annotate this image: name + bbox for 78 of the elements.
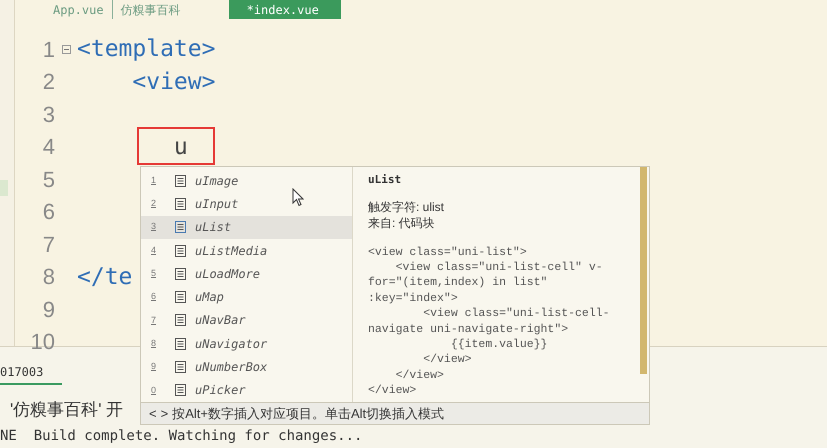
snippet-icon [175,221,186,234]
suggestion-label: uInput [195,196,238,213]
shortcut-number: 7 [151,314,158,327]
snippet-icon [175,268,186,280]
file-tab[interactable]: *index.vue [228,0,341,19]
suggestion-item[interactable]: 0 uPicker [141,378,352,402]
snippet-code-line: {{item.value}} [450,336,548,352]
suggestion-item[interactable]: 7 uNavBar [141,308,352,332]
line-number: 6 [42,198,55,226]
suggestion-item[interactable]: 9 uNumberBox [141,355,352,379]
next-button[interactable]: > [160,404,168,424]
snippet-icon [175,198,186,210]
snippet-icon [175,338,186,350]
shortcut-number: 3 [151,220,158,234]
snippet-code-line: <view class="uni-list-cell" v- [394,260,604,276]
snippet-code-line: :key="index"> [368,290,459,306]
snippet-icon [175,291,186,304]
console-line: NE Build complete. Watching for changes... [0,426,362,446]
suggestion-label: uList [195,219,232,236]
suggestion-label: uPicker [195,382,246,400]
suggestion-item[interactable]: 2 uInput [141,192,352,216]
previous-button[interactable]: < [149,404,157,424]
suggestion-item[interactable]: 1 uImage [141,169,352,192]
hint-text: 按Alt+数字插入对应项目。单击Alt切换插入模式 [172,404,444,423]
suggestion-label: uMap [195,289,224,306]
scrollbar-thumb[interactable] [640,167,647,374]
snippet-icon [175,314,186,326]
line-number: 8 [42,263,55,292]
line-number: 1 [42,36,55,64]
shortcut-number: 5 [151,267,158,280]
snippet-code-line: </view> [422,352,473,368]
line-number: 2 [42,68,55,96]
fold-icon[interactable] [62,44,70,54]
code-text: </te [77,262,132,292]
suggestion-label: uNavigator [195,336,268,353]
code-text: <template> [77,35,216,64]
line-number: 4 [42,133,55,162]
suggestion-label: uListMedia [195,242,268,260]
snippet-icon [175,384,186,396]
shortcut-number: 4 [151,244,158,257]
shortcut-number: 9 [151,360,158,374]
shortcut-number: 6 [151,290,158,304]
suggestion-item[interactable]: 6 uMap [141,285,352,309]
line-number: 9 [42,296,55,324]
change-marker [0,180,8,196]
shortcut-number: 8 [151,336,158,350]
source-text: 来自: 代码块 [368,214,436,230]
suggestion-label: uLoadMore [195,266,260,283]
snippet-code-line: </view> [394,368,445,384]
snippet-icon [175,244,186,257]
snippet-icon [175,174,186,187]
snippet-code-line: for="(item,index) in list" [368,275,548,291]
code-text: <view> [131,68,216,96]
snippet-code-line: navigate uni-navigate-right"> [368,322,570,337]
line-number: 7 [42,230,55,259]
shortcut-number: 2 [151,197,158,210]
console-line: '仿糗事百科' 开 [10,399,124,421]
line-number: 5 [42,166,55,194]
code-text: u [172,132,188,162]
detail-title: uList [368,172,402,188]
trigger-text: 触发字符: ulist [368,198,446,214]
suggestion-item[interactable]: 5 uLoadMore [141,262,352,286]
shortcut-number: 0 [151,384,158,397]
mouse-pointer-icon [292,188,304,207]
suggestion-label: uNavBar [195,312,246,330]
suggestion-item[interactable]: 4 uListMedia [141,238,352,262]
snippet-icon [175,361,186,374]
console-tab[interactable]: 017003 [0,363,62,385]
snippet-code-line: </view> [368,383,418,399]
suggestion-label: uNumberBox [195,359,268,376]
snippet-code-line: <view class="uni-list-cell- [422,306,611,322]
line-number: 3 [42,100,55,129]
suggestion-label: uImage [195,172,238,190]
suggestion-item[interactable]: 3 uList [141,216,352,239]
line-number: 10 [30,328,55,356]
snippet-code-line: <view class="uni-list"> [368,244,528,260]
shortcut-number: 1 [151,174,158,187]
suggestion-item[interactable]: 8 uNavigator [141,332,352,356]
